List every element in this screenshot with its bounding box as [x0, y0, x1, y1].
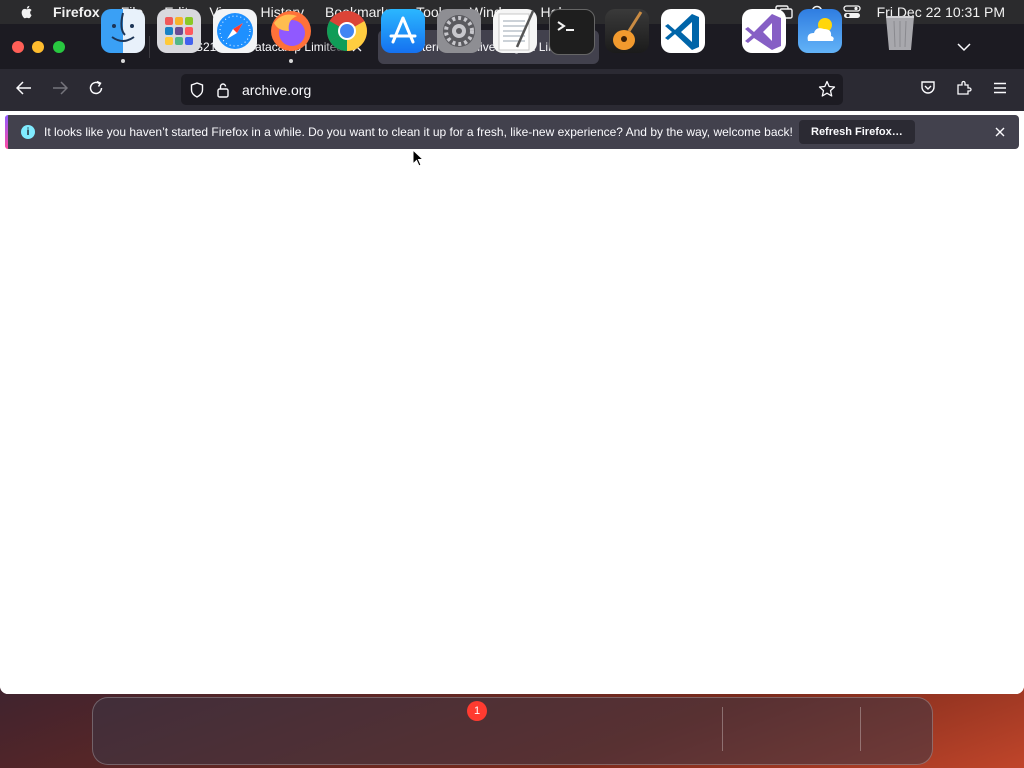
- arrow-right-icon: [52, 80, 69, 100]
- system-settings-icon[interactable]: [437, 9, 481, 53]
- textedit-icon[interactable]: [493, 9, 537, 53]
- tab-separator: [149, 36, 150, 58]
- lock-icon[interactable]: [214, 81, 232, 99]
- reload-icon: [88, 80, 104, 101]
- dock-separator: [722, 707, 723, 751]
- macos-dock: [92, 697, 933, 765]
- terminal-icon[interactable]: [549, 9, 595, 55]
- window-zoom-button[interactable]: [53, 41, 65, 53]
- chevron-down-icon: [957, 39, 971, 57]
- reload-button[interactable]: [86, 80, 106, 100]
- pocket-icon: [920, 80, 936, 101]
- url-text[interactable]: archive.org: [242, 82, 311, 98]
- trash-icon[interactable]: [878, 9, 922, 53]
- app-menu-button[interactable]: [990, 80, 1010, 100]
- launchpad-icon[interactable]: [157, 9, 201, 53]
- info-icon: i: [21, 125, 35, 139]
- firefox-app-icon[interactable]: [269, 9, 313, 53]
- vscode-icon[interactable]: [661, 9, 705, 53]
- tracking-protection-shield-icon[interactable]: [188, 81, 206, 99]
- tab-title: AS212238 Datacamp Limited - IPinfo: [187, 40, 345, 54]
- finder-icon[interactable]: [101, 9, 145, 53]
- firefox-window: AS212238 Datacamp Limited - IPinfo Inter…: [0, 24, 1024, 694]
- visual-studio-icon[interactable]: [742, 9, 786, 53]
- control-center-icon[interactable]: [842, 5, 861, 19]
- forward-button[interactable]: [50, 80, 70, 100]
- window-minimize-button[interactable]: [32, 41, 44, 53]
- arrow-left-icon: [15, 80, 32, 100]
- page-content[interactable]: [0, 151, 1024, 694]
- notification-message: It looks like you haven’t started Firefo…: [44, 125, 793, 139]
- dock-separator: [860, 707, 861, 751]
- safari-icon[interactable]: [213, 9, 257, 53]
- close-notification-icon[interactable]: [993, 125, 1007, 139]
- notification-accent: [5, 115, 8, 149]
- list-all-tabs-button[interactable]: [954, 38, 974, 58]
- hamburger-menu-icon: [993, 81, 1007, 99]
- pocket-button[interactable]: [918, 80, 938, 100]
- puzzle-piece-icon: [956, 80, 972, 101]
- refresh-firefox-button[interactable]: Refresh Firefox…: [799, 120, 915, 144]
- apple-menu-icon[interactable]: [19, 4, 35, 20]
- tab-title: Internet Archive: Digital Library of Fre…: [412, 40, 569, 54]
- garageband-icon[interactable]: [605, 9, 649, 53]
- menu-app-name[interactable]: Firefox: [53, 4, 100, 20]
- weather-icon[interactable]: [798, 9, 842, 53]
- navigation-toolbar: archive.org: [0, 69, 1024, 111]
- bookmark-star-icon[interactable]: [818, 80, 836, 103]
- back-button[interactable]: [14, 80, 34, 100]
- app-store-icon[interactable]: [381, 9, 425, 53]
- chrome-icon[interactable]: [325, 9, 369, 53]
- refresh-firefox-notification: i It looks like you haven’t started Fire…: [5, 115, 1019, 149]
- extensions-button[interactable]: [954, 80, 974, 100]
- running-indicator: [289, 59, 293, 63]
- address-bar[interactable]: archive.org: [181, 74, 843, 105]
- window-close-button[interactable]: [12, 41, 24, 53]
- running-indicator: [121, 59, 125, 63]
- notification-badge: 1: [467, 701, 487, 721]
- mouse-pointer-icon: [412, 148, 425, 172]
